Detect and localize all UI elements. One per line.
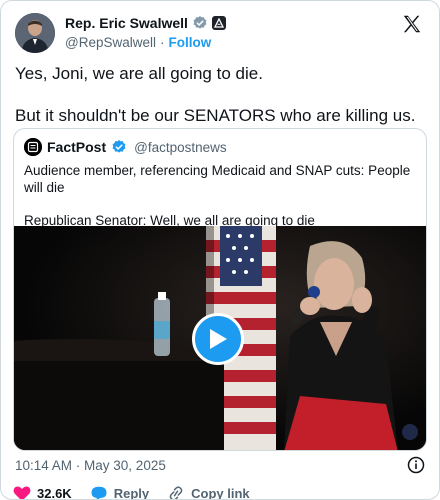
- tweet-card: Rep. Eric Swalwell @RepSwalwell · Follow: [0, 0, 440, 500]
- author-display-name[interactable]: Rep. Eric Swalwell: [65, 15, 188, 31]
- action-bar: 32.6K Reply Copy link: [13, 486, 429, 500]
- like-button[interactable]: 32.6K: [13, 486, 72, 500]
- handle-separator: ·: [160, 35, 165, 50]
- author-handle-row: @RepSwalwell · Follow: [65, 35, 211, 50]
- quoted-handle[interactable]: @factpostnews: [134, 140, 227, 155]
- quoted-author-avatar[interactable]: [24, 138, 42, 156]
- government-badge-icon: [211, 16, 226, 30]
- x-logo-icon[interactable]: [401, 13, 423, 35]
- like-count: 32.6K: [37, 486, 72, 500]
- quoted-display-name[interactable]: FactPost: [47, 139, 106, 155]
- reply-icon: [91, 486, 107, 499]
- tweet-paragraph: But it shouldn't be our SENATORS who are…: [15, 106, 416, 125]
- copy-link-label: Copy link: [191, 486, 250, 500]
- verified-badge-icon: [111, 139, 127, 155]
- reply-label: Reply: [113, 486, 150, 500]
- follow-button[interactable]: Follow: [169, 35, 212, 50]
- video-player[interactable]: [14, 226, 426, 450]
- tweet-paragraph: Yes, Joni, we are all going to die.: [15, 64, 263, 83]
- author-name-row: Rep. Eric Swalwell: [65, 14, 226, 32]
- verified-badge-icon: [192, 15, 208, 31]
- heart-icon: [13, 486, 31, 499]
- author-avatar[interactable]: [15, 13, 55, 53]
- tweet-timestamp[interactable]: 10:14 AM · May 30, 2025: [15, 458, 166, 473]
- author-handle[interactable]: @RepSwalwell: [65, 35, 156, 50]
- link-icon: [169, 486, 183, 499]
- quoted-line: Audience member, referencing Medicaid an…: [24, 163, 411, 195]
- play-button[interactable]: [192, 313, 244, 365]
- quoted-tweet-header: FactPost @factpostnews: [24, 138, 227, 156]
- info-icon[interactable]: [407, 456, 425, 474]
- copy-link-button[interactable]: Copy link: [167, 486, 250, 500]
- play-icon: [210, 329, 227, 349]
- tweet-header: Rep. Eric Swalwell @RepSwalwell · Follow: [13, 11, 429, 55]
- reply-button[interactable]: Reply: [90, 486, 150, 500]
- quoted-tweet[interactable]: FactPost @factpostnews Audience member, …: [13, 128, 427, 451]
